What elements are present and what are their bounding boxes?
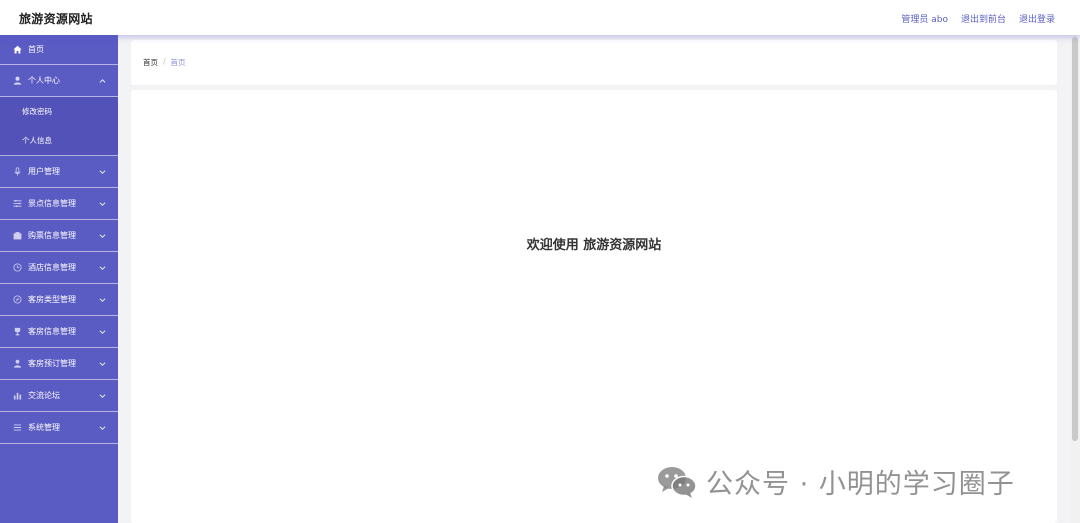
main-content: 欢迎使用 旅游资源网站 [131, 90, 1057, 523]
ticket-icon [13, 231, 22, 240]
chevron-down-icon [99, 201, 106, 206]
chevron-down-icon [99, 233, 106, 238]
sidebar-item-hotel-management[interactable]: 酒店信息管理 [0, 252, 118, 284]
chevron-down-icon [99, 425, 106, 430]
submenu-personal-center: 修改密码 个人信息 [0, 97, 118, 156]
sidebar-item-label: 首页 [28, 45, 44, 54]
sidebar-subitem-personal-info[interactable]: 个人信息 [0, 126, 118, 155]
sidebar-item-label: 客房类型管理 [28, 295, 76, 304]
chevron-down-icon [99, 169, 106, 174]
user-icon [13, 76, 22, 85]
chevron-down-icon [99, 361, 106, 366]
breadcrumb-current: 首页 [170, 58, 186, 67]
chevron-down-icon [99, 265, 106, 270]
sidebar-item-label: 客房预订管理 [28, 359, 76, 368]
bar-chart-icon [13, 391, 22, 400]
chevron-up-icon [99, 78, 106, 83]
top-bar: 旅游资源网站 管理员 abo 退出到前台 退出登录 [0, 0, 1080, 35]
sidebar-item-personal-center[interactable]: 个人中心 [0, 65, 118, 97]
microphone-icon [13, 167, 22, 176]
sidebar-item-label: 酒店信息管理 [28, 263, 76, 272]
watermark-text: 公众号 · 小明的学习圈子 [706, 469, 1015, 500]
watermark: 公众号 · 小明的学习圈子 [656, 462, 1015, 501]
chevron-down-icon [99, 329, 106, 334]
sidebar-subitem-change-password[interactable]: 修改密码 [0, 97, 118, 126]
sidebar-item-home[interactable]: 首页 [0, 35, 118, 65]
sidebar-item-label: 交流论坛 [28, 391, 60, 400]
logout-link[interactable]: 退出登录 [1019, 12, 1055, 25]
sidebar-item-user-management[interactable]: 用户管理 [0, 156, 118, 188]
to-frontend-link[interactable]: 退出到前台 [961, 12, 1006, 25]
sidebar-item-booking-management[interactable]: 客房预订管理 [0, 348, 118, 380]
person-icon [13, 359, 22, 368]
sidebar-item-ticket-management[interactable]: 购票信息管理 [0, 220, 118, 252]
breadcrumb-card: 首页 / 首页 [131, 40, 1057, 85]
sidebar-item-forum[interactable]: 交流论坛 [0, 380, 118, 412]
top-links: 管理员 abo 退出到前台 退出登录 [901, 12, 1055, 25]
breadcrumb-home[interactable]: 首页 [143, 57, 158, 68]
sidebar-item-label: 个人中心 [28, 76, 60, 85]
site-title: 旅游资源网站 [19, 12, 93, 26]
sidebar-item-label: 系统管理 [28, 423, 60, 432]
clock-icon [13, 263, 22, 272]
menu-icon [13, 423, 22, 432]
sliders-icon [13, 199, 22, 208]
trophy-icon [13, 327, 22, 336]
sidebar-item-room-info-management[interactable]: 客房信息管理 [0, 316, 118, 348]
chevron-down-icon [99, 393, 106, 398]
sidebar-item-label: 购票信息管理 [28, 231, 76, 240]
chevron-down-icon [99, 297, 106, 302]
wechat-icon [656, 465, 698, 499]
page-scrollbar[interactable] [1071, 35, 1080, 523]
sidebar-item-label: 景点信息管理 [28, 199, 76, 208]
sidebar-item-label: 客房信息管理 [28, 327, 76, 336]
admin-label[interactable]: 管理员 abo [901, 12, 948, 25]
sidebar-item-label: 用户管理 [28, 167, 60, 176]
sidebar: 首页 个人中心 修改密码 个人信息 用户管理 景点信息管理 购票信息管理 酒店信… [0, 35, 118, 523]
breadcrumb-separator: / [163, 57, 166, 66]
sidebar-item-system-management[interactable]: 系统管理 [0, 412, 118, 444]
welcome-message: 欢迎使用 旅游资源网站 [526, 238, 662, 253]
home-icon [13, 45, 22, 54]
sidebar-item-room-type-management[interactable]: 客房类型管理 [0, 284, 118, 316]
scrollbar-thumb[interactable] [1072, 37, 1078, 441]
sidebar-item-scenic-management[interactable]: 景点信息管理 [0, 188, 118, 220]
compass-icon [13, 295, 22, 304]
breadcrumb: 首页 / 首页 [143, 57, 186, 68]
